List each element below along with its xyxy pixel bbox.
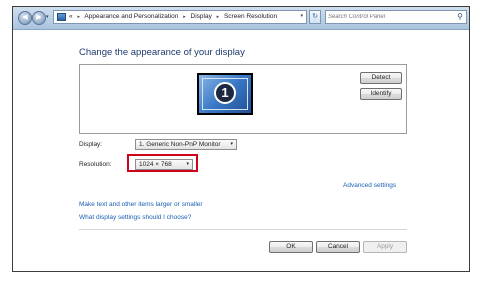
- breadcrumb-separator-icon[interactable]: ▸: [183, 14, 186, 20]
- apply-button[interactable]: Apply: [363, 241, 407, 253]
- address-bar: ◀ ▶ ▾ « ▸ Appearance and Personalization…: [13, 7, 469, 30]
- control-panel-window: ◀ ▶ ▾ « ▸ Appearance and Personalization…: [12, 6, 470, 272]
- divider: [79, 229, 407, 230]
- chevron-down-icon[interactable]: ▾: [230, 140, 233, 149]
- search-box[interactable]: ⚲: [325, 10, 467, 24]
- breadcrumb-path: « ▸ Appearance and Personalization ▸ Dis…: [69, 13, 277, 20]
- display-settings-help-link[interactable]: What display settings should I choose?: [79, 214, 191, 221]
- display-label: Display:: [79, 141, 103, 148]
- monitor-number-badge: 1: [214, 82, 236, 104]
- refresh-button[interactable]: ↻: [309, 10, 321, 24]
- breadcrumb-item-appearance[interactable]: Appearance and Personalization: [84, 13, 178, 20]
- cancel-button[interactable]: Cancel: [316, 241, 360, 253]
- breadcrumb-overflow[interactable]: «: [69, 13, 73, 20]
- breadcrumb[interactable]: « ▸ Appearance and Personalization ▸ Dis…: [53, 10, 307, 24]
- page-title: Change the appearance of your display: [79, 47, 245, 58]
- control-panel-icon: [57, 13, 66, 21]
- recent-pages-chevron-down-icon[interactable]: ▾: [46, 14, 49, 20]
- breadcrumb-item-display[interactable]: Display: [191, 13, 212, 20]
- chevron-down-icon[interactable]: ▾: [186, 160, 189, 169]
- monitor-1-icon[interactable]: 1: [197, 73, 253, 115]
- resolution-select[interactable]: 1024 × 768 ▾: [135, 159, 193, 170]
- make-text-larger-link[interactable]: Make text and other items larger or smal…: [79, 201, 203, 208]
- search-input[interactable]: [328, 12, 448, 22]
- forward-button[interactable]: ▶: [32, 11, 46, 25]
- display-select[interactable]: 1. Generic Non-PnP Monitor ▾: [135, 139, 237, 150]
- back-button[interactable]: ◀: [18, 11, 32, 25]
- detect-button[interactable]: Detect: [360, 72, 402, 84]
- breadcrumb-separator-icon[interactable]: ▸: [217, 14, 220, 20]
- identify-button[interactable]: Identify: [360, 88, 402, 100]
- ok-button[interactable]: OK: [269, 241, 313, 253]
- display-select-value: 1. Generic Non-PnP Monitor: [139, 141, 221, 148]
- breadcrumb-separator-icon[interactable]: ▸: [77, 14, 80, 20]
- resolution-select-value: 1024 × 768: [139, 161, 172, 168]
- breadcrumb-item-screen-resolution[interactable]: Screen Resolution: [224, 13, 277, 20]
- resolution-label: Resolution:: [79, 161, 112, 168]
- advanced-settings-link[interactable]: Advanced settings: [343, 182, 396, 189]
- search-icon[interactable]: ⚲: [457, 12, 463, 21]
- monitor-preview-panel: 1 Detect Identify: [79, 64, 407, 134]
- address-history-chevron-down-icon[interactable]: ▾: [300, 13, 303, 19]
